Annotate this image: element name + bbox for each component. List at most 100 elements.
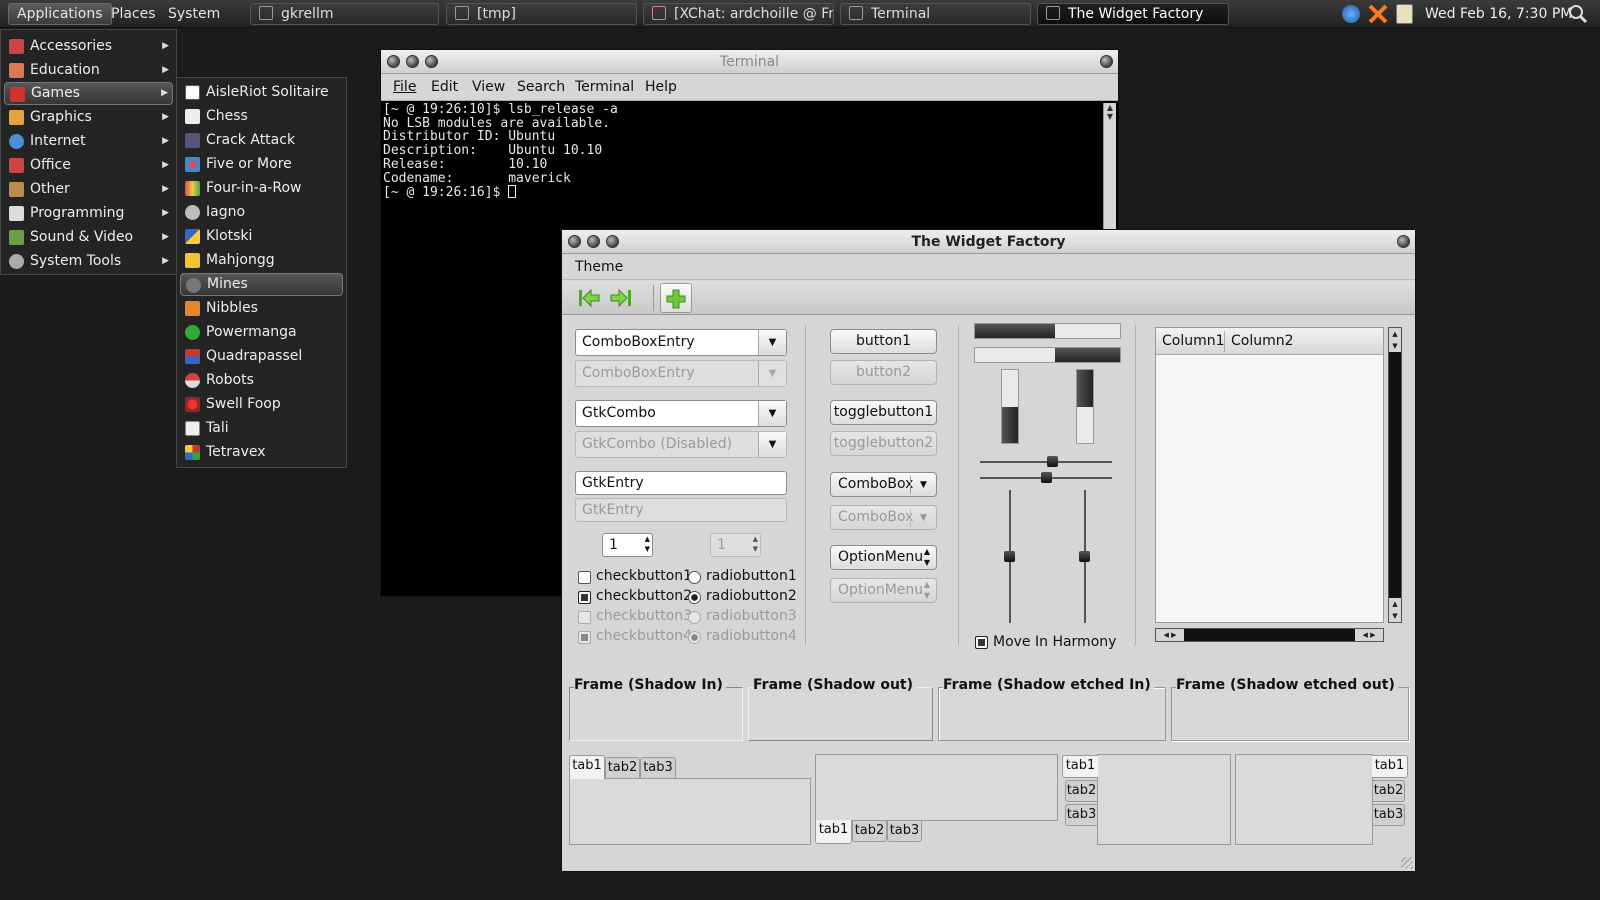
menu-item-internet[interactable]: Internet ▶ xyxy=(4,130,173,153)
tab2[interactable]: tab2 xyxy=(852,820,887,842)
applications-menu[interactable]: Applications xyxy=(8,3,112,25)
tab3[interactable]: tab3 xyxy=(1372,804,1405,826)
scroll-left-right-icon[interactable]: ◀ ▶ xyxy=(1355,629,1383,641)
checkbutton1[interactable] xyxy=(578,571,591,584)
menu-item-aisleriot[interactable]: AisleRiot Solitaire xyxy=(180,81,343,104)
optionmenu[interactable]: OptionMenu ▲ ▼ xyxy=(830,545,937,570)
menu-theme[interactable]: Theme xyxy=(575,259,623,275)
places-menu[interactable]: Places xyxy=(103,3,164,25)
menu-item-programming[interactable]: Programming ▶ xyxy=(4,202,173,225)
radiobutton2[interactable] xyxy=(688,591,701,604)
chevron-down-icon[interactable]: ▼ xyxy=(758,401,786,426)
scroll-left-right-icon[interactable]: ◀ ▶ xyxy=(1156,629,1184,641)
menu-item-tali[interactable]: Tali xyxy=(180,417,343,440)
search-icon[interactable] xyxy=(1568,4,1588,24)
menu-terminal[interactable]: Terminal xyxy=(575,79,634,95)
maximize-icon[interactable] xyxy=(425,55,438,68)
menu-item-system-tools[interactable]: System Tools ▶ xyxy=(4,250,173,273)
tab3[interactable]: tab3 xyxy=(1065,804,1098,826)
slider-handle[interactable] xyxy=(1046,456,1058,467)
clipboard-icon[interactable] xyxy=(1396,4,1413,24)
move-in-harmony-checkbox[interactable] xyxy=(975,636,988,649)
tab1[interactable]: tab1 xyxy=(1372,755,1408,778)
task-gkrellm[interactable]: gkrellm xyxy=(250,3,439,25)
menu-help[interactable]: Help xyxy=(645,79,677,95)
menu-edit[interactable]: Edit xyxy=(431,79,458,95)
menu-item-accessories[interactable]: Accessories ▶ xyxy=(4,35,173,58)
task-widget-factory[interactable]: The Widget Factory xyxy=(1037,3,1229,25)
scroll-down-icon[interactable]: ▼ xyxy=(1104,112,1116,121)
menu-item-powermanga[interactable]: Powermanga xyxy=(180,321,343,344)
slider-handle[interactable] xyxy=(1040,472,1052,483)
task-terminal[interactable]: Terminal xyxy=(840,3,1031,25)
scroll-up-icon[interactable]: ▲ ▼ xyxy=(1389,328,1401,352)
tab1[interactable]: tab1 xyxy=(815,820,852,844)
menu-item-other[interactable]: Other ▶ xyxy=(4,178,173,201)
add-button[interactable] xyxy=(660,283,692,313)
task-xchat[interactable]: [XChat: ardchoille @ Fr... xyxy=(643,3,834,25)
spinbutton[interactable]: 1 ▲ ▼ xyxy=(602,533,653,557)
column1-header[interactable]: Column1 xyxy=(1162,333,1225,349)
slider-handle[interactable] xyxy=(1079,551,1090,562)
chevron-down-icon[interactable]: ▼ xyxy=(758,330,786,355)
gtkentry[interactable]: GtkEntry xyxy=(575,471,787,495)
menu-item-quadrapassel[interactable]: Quadrapassel xyxy=(180,345,343,368)
vscale-1[interactable] xyxy=(1003,490,1017,623)
spin-arrows-icon[interactable]: ▲ ▼ xyxy=(645,534,650,554)
menu-item-sound-video[interactable]: Sound & Video ▶ xyxy=(4,226,173,249)
shade-icon[interactable] xyxy=(1397,235,1410,248)
menu-item-mahjongg[interactable]: Mahjongg xyxy=(180,249,343,272)
menu-item-five-or-more[interactable]: Five or More xyxy=(180,153,343,176)
xchat-tray-icon[interactable] xyxy=(1367,3,1389,25)
menu-item-robots[interactable]: Robots xyxy=(180,369,343,392)
go-last-icon[interactable] xyxy=(608,286,634,310)
radiobutton1[interactable] xyxy=(688,571,701,584)
terminal-titlebar[interactable]: Terminal xyxy=(381,50,1118,74)
panel-clock[interactable]: Wed Feb 16, 7:30 PM xyxy=(1425,6,1572,22)
shade-icon[interactable] xyxy=(1100,55,1113,68)
close-icon[interactable] xyxy=(568,235,581,248)
resize-grip-icon[interactable] xyxy=(1401,857,1413,869)
menu-item-games[interactable]: Games ▶ xyxy=(4,82,173,105)
vscale-2[interactable] xyxy=(1078,490,1092,623)
menu-item-education[interactable]: Education ▶ xyxy=(4,59,173,82)
scroll-up-icon[interactable]: ▲ xyxy=(1104,103,1116,112)
menu-item-iagno[interactable]: Iagno xyxy=(180,201,343,224)
checkbutton2[interactable] xyxy=(578,591,591,604)
menu-item-swell-foop[interactable]: Swell Foop xyxy=(180,393,343,416)
task-tmp[interactable]: [tmp] xyxy=(446,3,637,25)
update-notifier-icon[interactable] xyxy=(1342,5,1360,23)
hscale-2[interactable] xyxy=(980,471,1112,485)
menu-item-office[interactable]: Office ▶ xyxy=(4,154,173,177)
menu-item-chess[interactable]: Chess xyxy=(180,105,343,128)
tab1[interactable]: tab1 xyxy=(1062,755,1098,778)
terminal-scrollbar[interactable]: ▲ ▼ xyxy=(1103,103,1116,233)
tab2[interactable]: tab2 xyxy=(605,757,640,779)
tab2[interactable]: tab2 xyxy=(1372,780,1405,802)
tab3[interactable]: tab3 xyxy=(887,820,922,842)
system-menu[interactable]: System xyxy=(160,3,228,25)
column2-header[interactable]: Column2 xyxy=(1231,333,1294,349)
slider-handle[interactable] xyxy=(1004,551,1015,562)
button1[interactable]: button1 xyxy=(830,329,937,354)
tab3[interactable]: tab3 xyxy=(640,757,676,779)
tree-hscrollbar[interactable]: ◀ ▶ ◀ ▶ xyxy=(1155,628,1384,642)
togglebutton1[interactable]: togglebutton1 xyxy=(830,400,937,425)
combobox[interactable]: ComboBox ▼ xyxy=(830,472,937,497)
tree-vscrollbar[interactable]: ▲ ▼ ▲ ▼ xyxy=(1388,327,1402,623)
go-first-icon[interactable] xyxy=(576,286,602,310)
menu-view[interactable]: View xyxy=(472,79,505,95)
menu-search[interactable]: Search xyxy=(517,79,565,95)
menu-item-crack-attack[interactable]: Crack Attack xyxy=(180,129,343,152)
maximize-icon[interactable] xyxy=(606,235,619,248)
minimize-icon[interactable] xyxy=(406,55,419,68)
scroll-down-icon[interactable]: ▲ ▼ xyxy=(1389,598,1401,622)
tree-view[interactable]: Column1 Column2 xyxy=(1155,327,1384,623)
widget-factory-titlebar[interactable]: The Widget Factory xyxy=(562,230,1415,254)
menu-item-klotski[interactable]: Klotski xyxy=(180,225,343,248)
close-icon[interactable] xyxy=(387,55,400,68)
menu-item-mines[interactable]: Mines xyxy=(180,273,343,296)
menu-item-tetravex[interactable]: Tetravex xyxy=(180,441,343,464)
hscale-1[interactable] xyxy=(980,455,1112,469)
minimize-icon[interactable] xyxy=(587,235,600,248)
